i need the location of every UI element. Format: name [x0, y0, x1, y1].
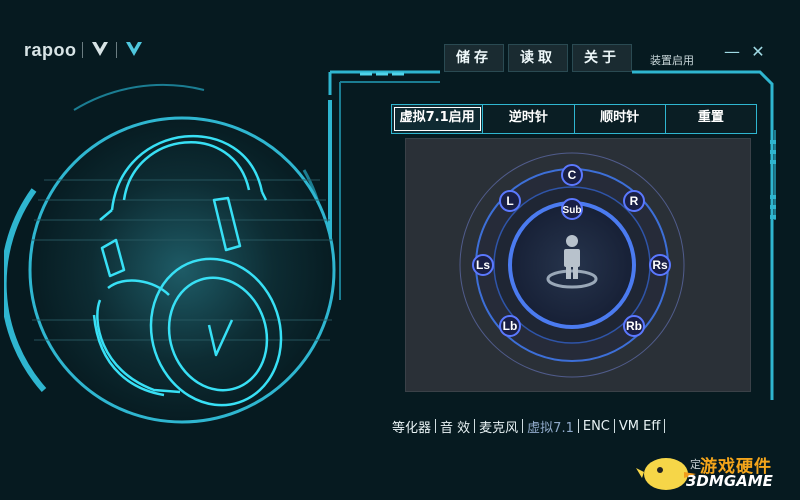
speaker-left-surround[interactable]: Ls	[472, 254, 494, 276]
speaker-subwoofer[interactable]: Sub	[561, 198, 583, 220]
svg-text:Rs: Rs	[652, 258, 668, 272]
minimize-button[interactable]: —	[722, 42, 742, 62]
svg-text:R: R	[630, 194, 639, 208]
tab-counterclockwise[interactable]: 逆时针	[483, 105, 575, 133]
nav-enc[interactable]: ENC	[579, 419, 614, 434]
speaker-right-surround[interactable]: Rs	[649, 254, 671, 276]
surround-visualizer: C L R Sub Ls Rs Lb Rb	[405, 138, 751, 392]
nav-virtual-71[interactable]: 虚拟7.1	[523, 417, 578, 436]
tab-clockwise[interactable]: 顺时针	[575, 105, 666, 133]
svg-text:Lb: Lb	[503, 319, 518, 333]
about-button[interactable]: 关于	[572, 44, 632, 72]
speaker-right[interactable]: R	[623, 190, 645, 212]
save-button[interactable]: 储存	[444, 44, 504, 72]
load-button[interactable]: 读取	[508, 44, 568, 72]
nav-divider	[664, 419, 666, 433]
svg-text:C: C	[568, 168, 577, 182]
speaker-left-back[interactable]: Lb	[499, 315, 521, 337]
svg-text:Ls: Ls	[476, 258, 490, 272]
close-button[interactable]: ✕	[748, 42, 768, 62]
device-enable-label[interactable]: 装置启用	[650, 52, 694, 68]
nav-vm-eff[interactable]: VM Eff	[615, 419, 664, 434]
svg-text:Rb: Rb	[626, 319, 642, 333]
nav-sound-effects[interactable]: 音 效	[436, 417, 474, 436]
nav-equalizer[interactable]: 等化器	[388, 417, 435, 436]
svg-text:L: L	[506, 194, 513, 208]
speaker-right-back[interactable]: Rb	[623, 315, 645, 337]
speaker-center[interactable]: C	[561, 164, 583, 186]
surround-tabbar: 虚拟7.1启用 逆时针 顺时针 重置	[391, 104, 757, 134]
headset-illustration	[4, 83, 336, 424]
feature-nav: 等化器 音 效 麦克风 虚拟7.1 ENC VM Eff	[388, 416, 666, 436]
watermark-brand: 3DMGAME	[686, 472, 773, 490]
tab-virtual-71-enable[interactable]: 虚拟7.1启用	[392, 105, 484, 133]
nav-microphone[interactable]: 麦克风	[475, 417, 522, 436]
speaker-left[interactable]: L	[499, 190, 521, 212]
tab-reset[interactable]: 重置	[666, 105, 756, 133]
svg-text:Sub: Sub	[563, 205, 582, 216]
